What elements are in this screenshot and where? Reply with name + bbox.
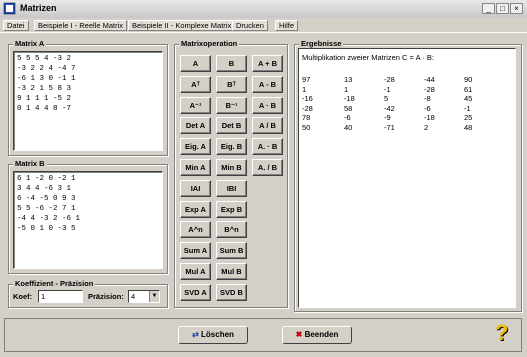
help-question-icon[interactable]: ? xyxy=(495,320,508,346)
op-button[interactable]: A. · B xyxy=(252,138,283,156)
op-button[interactable]: Sum B xyxy=(216,242,247,260)
results-title: Ergebnisse xyxy=(299,39,344,48)
result-cell: 61 xyxy=(464,84,473,94)
beenden-button[interactable]: ✖ Beenden xyxy=(282,326,352,344)
op-button[interactable]: A · B xyxy=(252,96,283,114)
chevron-down-icon[interactable]: ▼ xyxy=(149,291,159,302)
result-cell: 5 xyxy=(384,94,389,103)
op-button[interactable]: IBI xyxy=(216,179,247,197)
result-cell: -6 xyxy=(424,103,431,113)
result-cell: 48 xyxy=(464,122,473,132)
op-button[interactable]: Det A xyxy=(180,117,211,135)
menu-bar: Datei Beispiele I - Reelle Matrix Beispi… xyxy=(0,18,527,33)
result-cell: -71 xyxy=(384,122,395,132)
op-button[interactable]: SVD B xyxy=(216,283,247,301)
menu-hilfe[interactable]: Hilfe xyxy=(275,20,299,31)
op-button[interactable]: IAI xyxy=(180,179,211,197)
op-button[interactable]: A xyxy=(180,55,211,72)
op-button[interactable]: Sum A xyxy=(180,242,211,260)
result-cell: 50 xyxy=(302,122,311,132)
menu-datei[interactable]: Datei xyxy=(3,20,29,31)
result-cell: -18 xyxy=(424,113,435,122)
result-cell: 40 xyxy=(344,122,353,132)
op-button[interactable]: A / B xyxy=(252,117,283,135)
title-bar[interactable]: Matrizen _ □ × xyxy=(0,0,527,19)
result-cell: 58 xyxy=(344,103,353,113)
op-button[interactable]: B^n xyxy=(216,221,247,239)
result-cell: 25 xyxy=(464,113,473,122)
result-cell: -28 xyxy=(302,103,313,113)
op-button[interactable]: Mul A xyxy=(180,263,211,280)
result-cell: -28 xyxy=(424,84,435,94)
op-button[interactable]: A. / B xyxy=(252,159,283,176)
matrix-a-title: Matrix A xyxy=(13,39,47,48)
op-button[interactable]: A - B xyxy=(252,75,283,93)
operations-title: Matrixoperation xyxy=(179,39,240,48)
bottom-bar xyxy=(4,318,522,352)
op-button[interactable]: Det B xyxy=(216,117,247,135)
exit-door-icon: ✖ xyxy=(295,330,303,339)
op-button[interactable]: Aᵀ xyxy=(180,75,211,93)
praezision-value: 4 xyxy=(131,292,136,301)
op-button[interactable]: SVD A xyxy=(180,283,211,301)
window-title: Matrizen xyxy=(20,3,57,13)
result-cell: -1 xyxy=(384,84,391,94)
op-button[interactable]: Eig. A xyxy=(180,138,211,156)
op-button[interactable]: A⁻¹ xyxy=(180,96,211,114)
beenden-label: Beenden xyxy=(304,330,339,339)
op-button[interactable]: Mul B xyxy=(216,263,247,280)
results-heading: Multiplikation zweier Matrizen C = A · B… xyxy=(302,53,434,62)
result-cell: -1 xyxy=(464,103,471,113)
result-cell: -28 xyxy=(384,75,395,84)
result-cell: 97 xyxy=(302,75,311,84)
op-button[interactable]: Exp B xyxy=(216,200,247,218)
op-button[interactable]: Min A xyxy=(180,159,211,176)
op-button[interactable]: B⁻¹ xyxy=(216,96,247,114)
precision-title: Koeffizient - Präzision xyxy=(13,279,96,288)
menu-beispiele-1[interactable]: Beispiele I - Reelle Matrix xyxy=(34,20,128,31)
koef-input[interactable]: 1 xyxy=(38,290,83,303)
menu-drucken[interactable]: Drucken xyxy=(232,20,268,31)
result-cell: 45 xyxy=(464,94,473,103)
close-button[interactable]: × xyxy=(510,3,523,14)
app-window: Matrizen _ □ × Datei Beispiele I - Reell… xyxy=(0,0,527,357)
result-cell: 13 xyxy=(344,75,353,84)
result-cell: -8 xyxy=(424,94,431,103)
menu-beispiele-2[interactable]: Beispiele II - Komplexe Matrix xyxy=(128,20,236,31)
matrix-a-input[interactable]: 5 5 5 4 -3 2 -3 2 2 4 -4 7 -6 1 3 0 -1 1… xyxy=(13,51,163,151)
op-button[interactable]: Min B xyxy=(216,159,247,176)
results-output: Multiplikation zweier Matrizen C = A · B… xyxy=(298,48,516,308)
op-button[interactable]: A^n xyxy=(180,221,211,239)
app-icon xyxy=(3,2,16,15)
op-button[interactable]: Bᵀ xyxy=(216,75,247,93)
matrix-b-title: Matrix B xyxy=(13,159,47,168)
result-cell: 78 xyxy=(302,113,311,122)
op-button[interactable]: Eig. B xyxy=(216,138,247,156)
result-cell: -16 xyxy=(302,94,313,103)
result-cell: -9 xyxy=(384,113,391,122)
result-cell: -44 xyxy=(424,75,435,84)
op-button[interactable]: Exp A xyxy=(180,200,211,218)
op-button[interactable]: B xyxy=(216,55,247,72)
praezision-label: Präzision: xyxy=(88,292,124,301)
result-cell: -6 xyxy=(344,113,351,122)
koef-label: Koef: xyxy=(13,292,33,301)
result-cell: 1 xyxy=(302,84,307,94)
minimize-button[interactable]: _ xyxy=(482,3,495,14)
op-button[interactable]: A + B xyxy=(252,55,283,72)
result-cell: 90 xyxy=(464,75,473,84)
matrix-b-input[interactable]: 6 1 -2 0 -2 1 3 4 4 -6 3 1 6 -4 -5 0 9 3… xyxy=(13,171,163,269)
result-cell: 1 xyxy=(344,84,349,94)
swap-arrows-icon: ⇄ xyxy=(192,330,199,339)
result-cell: 2 xyxy=(424,122,429,132)
praezision-select[interactable]: 4 ▼ xyxy=(128,290,160,303)
loeschen-button[interactable]: ⇄ Löschen xyxy=(178,326,248,344)
result-cell: -42 xyxy=(384,103,395,113)
loeschen-label: Löschen xyxy=(201,330,234,339)
maximize-button[interactable]: □ xyxy=(496,3,509,14)
result-cell: -18 xyxy=(344,94,355,103)
